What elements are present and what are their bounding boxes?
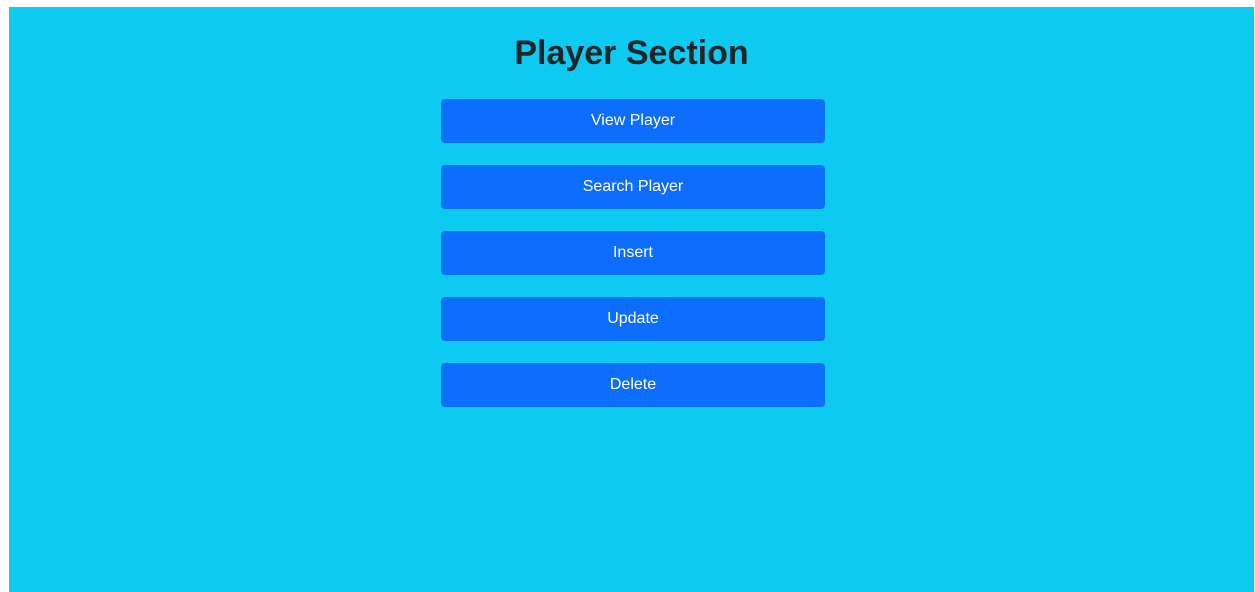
insert-button[interactable]: Insert (441, 231, 825, 275)
delete-button[interactable]: Delete (441, 363, 825, 407)
player-menu: View Player Search Player Insert Update … (441, 99, 825, 407)
view-player-button[interactable]: View Player (441, 99, 825, 143)
page-title: Player Section (514, 34, 749, 72)
search-player-button[interactable]: Search Player (441, 165, 825, 209)
update-button[interactable]: Update (441, 297, 825, 341)
player-section-panel: Player Section View Player Search Player… (9, 7, 1254, 592)
